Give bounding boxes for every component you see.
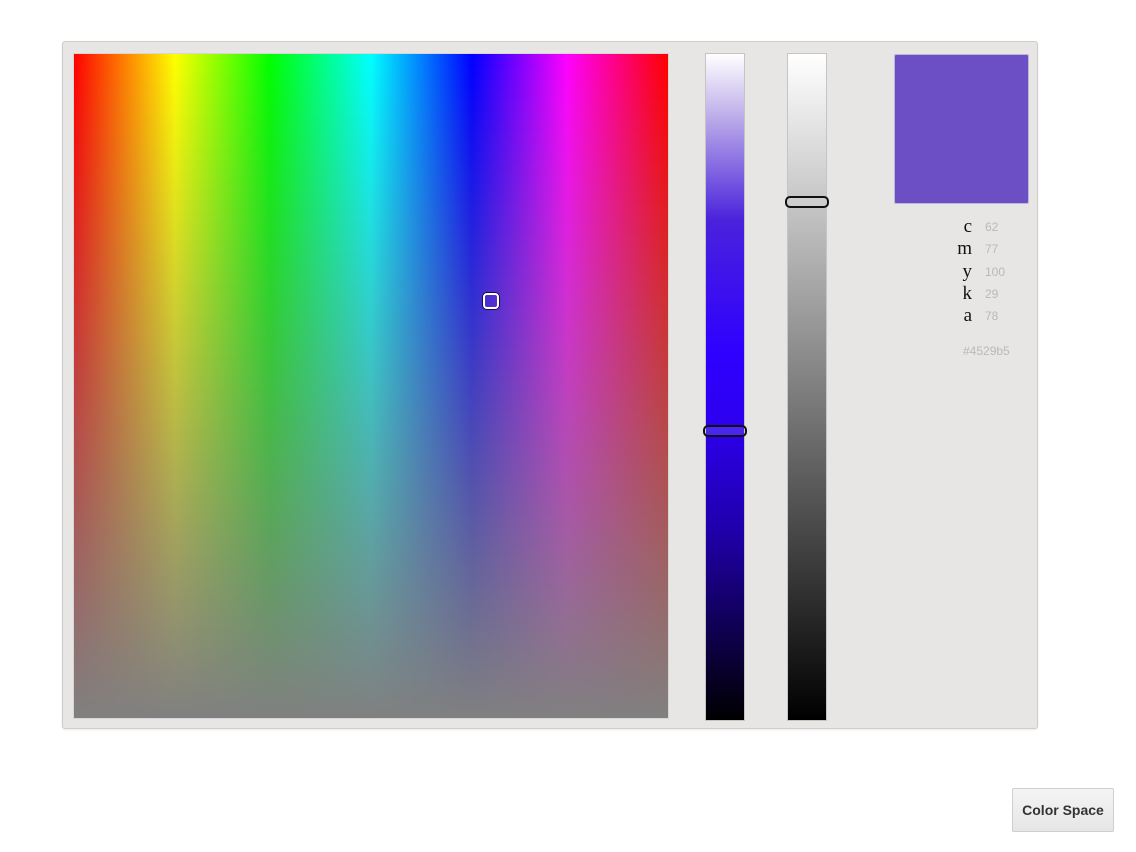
color-preview-swatch bbox=[894, 54, 1029, 204]
value-row-k: k 29 bbox=[923, 283, 1033, 305]
cmyka-values: c 62 m 77 y 100 k 29 a 78 bbox=[923, 216, 1033, 327]
value-row-m: m 77 bbox=[923, 238, 1033, 260]
value-label: m bbox=[957, 238, 972, 260]
hex-value[interactable]: #4529b5 bbox=[963, 344, 1010, 358]
value-row-c: c 62 bbox=[923, 216, 1033, 238]
value-number[interactable]: 29 bbox=[985, 287, 998, 301]
alpha-slider-handle[interactable] bbox=[785, 195, 829, 208]
value-number[interactable]: 100 bbox=[985, 265, 1005, 279]
value-label: y bbox=[962, 260, 973, 282]
value-number[interactable]: 62 bbox=[985, 220, 998, 234]
hue-slider-handle[interactable] bbox=[703, 425, 747, 438]
value-label: c bbox=[963, 216, 972, 238]
value-number[interactable]: 77 bbox=[985, 242, 998, 256]
alpha-slider[interactable] bbox=[785, 53, 829, 721]
color-space-button[interactable]: Color Space bbox=[1012, 788, 1114, 832]
hue-slider[interactable] bbox=[703, 53, 747, 721]
color-field-saturation-layer bbox=[74, 54, 668, 718]
color-field[interactable] bbox=[73, 53, 669, 719]
value-number[interactable]: 78 bbox=[985, 309, 998, 323]
value-label: a bbox=[963, 305, 972, 327]
color-field-cursor[interactable] bbox=[482, 292, 499, 309]
value-label: k bbox=[962, 283, 973, 305]
value-row-y: y 100 bbox=[923, 261, 1033, 283]
value-row-a: a 78 bbox=[923, 305, 1033, 327]
color-picker-panel: c 62 m 77 y 100 k 29 a 78 #4529b5 bbox=[62, 41, 1038, 729]
